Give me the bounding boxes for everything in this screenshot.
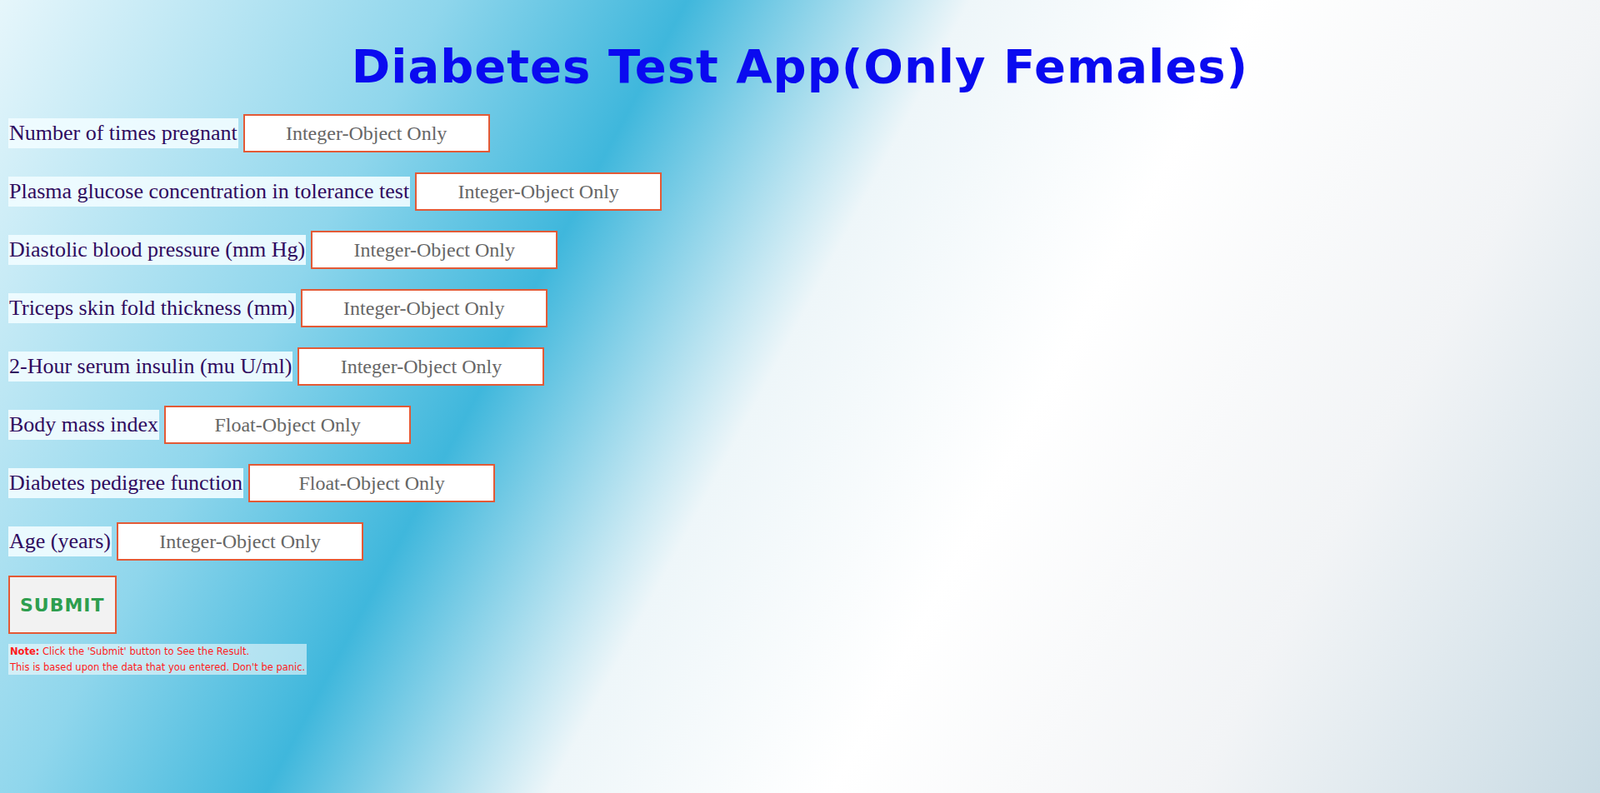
field-label: Diastolic blood pressure (mm Hg) (8, 235, 306, 266)
field-input[interactable] (297, 347, 545, 386)
field-label: Plasma glucose concentration in toleranc… (8, 176, 410, 208)
form-row: Triceps skin fold thickness (mm) (8, 279, 1600, 338)
field-input[interactable] (310, 230, 558, 270)
form-row: Age (years) (8, 512, 1600, 571)
field-input[interactable] (415, 172, 662, 211)
note-text: Click the 'Submit' button to See the Res… (39, 645, 250, 658)
field-label: Age (years) (8, 526, 112, 558)
submit-row: SUBMIT (8, 570, 1600, 635)
result-note: Note: Click the 'Submit' button to See t… (8, 644, 307, 675)
form-row: Diastolic blood pressure (mm Hg) (8, 220, 1600, 280)
field-input[interactable] (164, 405, 411, 445)
note-wrap: Note: Click the 'Submit' button to See t… (8, 634, 1600, 676)
field-label: 2-Hour serum insulin (mu U/ml) (8, 351, 293, 383)
field-label: Number of times pregnant (8, 118, 239, 150)
form-row: Number of times pregnant (8, 104, 1600, 163)
note-prefix: Note: (10, 645, 40, 658)
field-label: Triceps skin fold thickness (mm) (8, 293, 296, 325)
note-line: This is based upon the data that you ent… (10, 660, 305, 675)
field-input[interactable] (300, 289, 548, 328)
field-input[interactable] (243, 114, 490, 153)
note-line: Note: Click the 'Submit' button to See t… (10, 644, 305, 660)
field-label: Body mass index (8, 410, 160, 441)
diabetes-form: Number of times pregnant Plasma glucose c… (0, 104, 1600, 676)
form-row: Body mass index (8, 395, 1600, 455)
page-title: Diabetes Test App(Only Females) (0, 0, 1600, 95)
field-label: Diabetes pedigree function (8, 468, 244, 500)
submit-button[interactable]: SUBMIT (8, 575, 117, 635)
form-row: 2-Hour serum insulin (mu U/ml) (8, 337, 1600, 396)
diabetes-test-page: Diabetes Test App(Only Females)Number of… (0, 0, 1600, 677)
form-row: Diabetes pedigree function (8, 454, 1600, 513)
field-input[interactable] (116, 522, 364, 561)
field-input[interactable] (248, 464, 495, 503)
form-row: Plasma glucose concentration in toleranc… (8, 162, 1600, 221)
